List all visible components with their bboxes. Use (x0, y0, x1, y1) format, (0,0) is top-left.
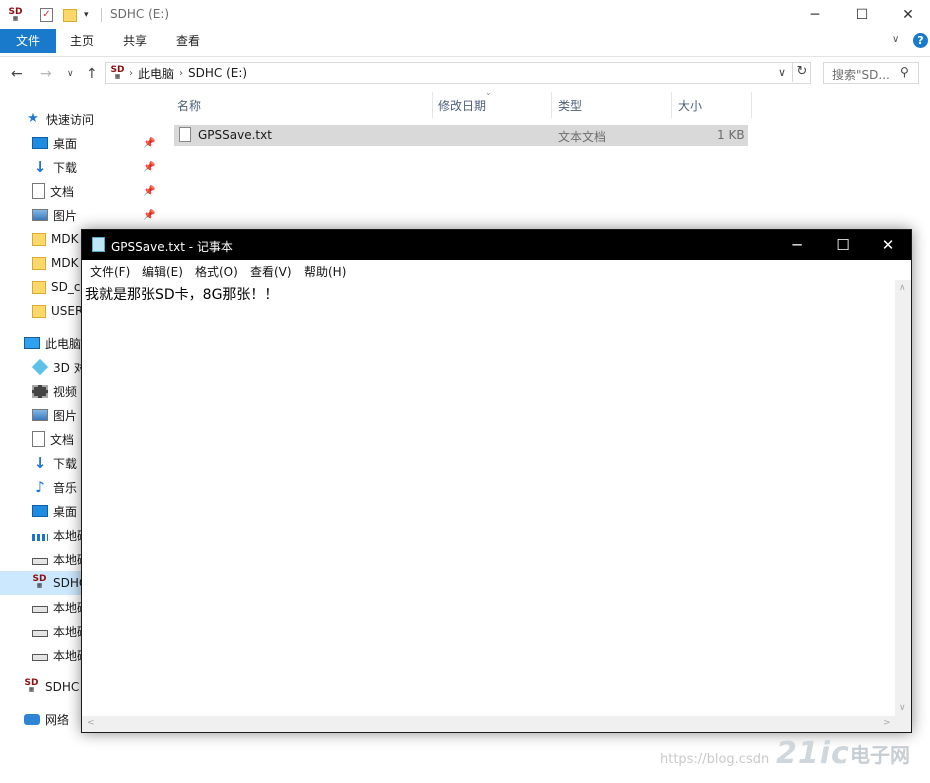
column-date-modified[interactable]: 修改日期 (438, 96, 486, 116)
star-icon: ★ (27, 111, 39, 126)
pin-icon: 📌 (143, 209, 156, 221)
search-icon: ⚲ (900, 65, 909, 79)
nav-quick-pictures[interactable]: 图片 📌 (0, 203, 158, 227)
desktop-icon (32, 505, 48, 517)
notepad-text-area[interactable]: 我就是那张SD卡，8G那张！！ (82, 280, 895, 716)
customize-toolbar-icon[interactable]: ▾ (84, 5, 89, 25)
sort-arrow-icon: ⌄ (485, 88, 492, 97)
notepad-menubar: 文件(F) 编辑(E) 格式(O) 查看(V) 帮助(H) (82, 260, 911, 280)
desktop-icon (32, 137, 48, 149)
address-toolbar: ← → ∨ ↑ SD ▦ › 此电脑 › SDHC (E:) ∨ ↻ 搜索"SD.… (0, 58, 930, 91)
refresh-icon[interactable]: ↻ (792, 62, 811, 82)
notepad-minimize-button[interactable]: ─ (774, 230, 820, 260)
sd-card-icon: SD ▦ (24, 678, 39, 693)
breadcrumb-sdhc[interactable]: SDHC (E:) (183, 66, 252, 80)
maximize-button[interactable]: ☐ (839, 0, 885, 29)
video-icon (32, 384, 48, 398)
watermark-url: https://blog.csdn (660, 752, 770, 767)
notepad-title: GPSSave.txt - 记事本 (111, 240, 233, 254)
menu-format[interactable]: 格式(O) (195, 263, 238, 280)
nav-quick-documents[interactable]: 文档 📌 (0, 179, 158, 203)
watermark-text: 电子网 (850, 743, 910, 767)
address-dropdown-icon[interactable]: ∨ (778, 66, 786, 79)
menu-edit[interactable]: 编辑(E) (142, 263, 183, 280)
file-row[interactable]: GPSSave.txt 文本文档 1 KB (174, 125, 748, 146)
watermark-logo: 21ic (776, 736, 850, 771)
explorer-titlebar: SD ▦ ✓ ▾ SDHC (E:) ─ ☐ ✕ (0, 0, 930, 29)
document-icon (32, 431, 45, 447)
pin-icon: 📌 (143, 185, 156, 197)
download-icon: ↓ (33, 454, 47, 472)
notepad-maximize-button[interactable]: ☐ (820, 230, 866, 260)
address-bar[interactable]: SD ▦ › 此电脑 › SDHC (E:) ∨ ↻ (105, 62, 811, 84)
folder-icon (32, 304, 46, 318)
drive-logo-icon: SD ▦ (8, 6, 23, 22)
network-icon (24, 713, 40, 725)
forward-button[interactable]: → (40, 66, 52, 82)
music-icon: ♪ (35, 478, 45, 496)
file-size: 1 KB (717, 128, 745, 142)
tab-file[interactable]: 文件 (0, 29, 56, 53)
horizontal-scrollbar[interactable]: < > (82, 716, 895, 732)
file-name: GPSSave.txt (198, 128, 272, 142)
notepad-window: GPSSave.txt - 记事本 ─ ☐ ✕ 文件(F) 编辑(E) 格式(O… (81, 229, 912, 733)
close-button[interactable]: ✕ (885, 0, 930, 29)
notepad-close-button[interactable]: ✕ (865, 230, 911, 260)
cube-icon (31, 358, 49, 376)
nav-quick-downloads[interactable]: ↓ 下载 📌 (0, 155, 158, 179)
sd-card-icon: SD ▦ (32, 574, 47, 589)
document-icon (32, 183, 45, 199)
notepad-icon (92, 237, 105, 252)
drive-icon (32, 558, 48, 565)
back-button[interactable]: ← (11, 66, 23, 82)
folder-icon (32, 280, 46, 294)
text-file-icon (179, 127, 191, 142)
breadcrumb-this-pc[interactable]: 此电脑 (133, 65, 179, 82)
picture-icon (32, 409, 48, 421)
column-type[interactable]: 类型 (558, 96, 582, 116)
new-folder-icon[interactable] (63, 5, 77, 25)
help-icon[interactable]: ? (913, 33, 928, 48)
download-icon: ↓ (33, 158, 47, 176)
picture-icon (32, 209, 48, 221)
column-name[interactable]: 名称 (177, 96, 201, 116)
vertical-scrollbar[interactable]: ∧ ∨ (895, 280, 911, 716)
drive-icon (32, 630, 48, 637)
pin-icon: 📌 (143, 137, 156, 149)
tab-view[interactable]: 查看 (166, 29, 210, 53)
window-title: SDHC (E:) (110, 7, 170, 21)
system-drive-icon (32, 533, 48, 541)
drive-icon (32, 654, 48, 661)
recent-locations-button[interactable]: ∨ (67, 69, 74, 79)
menu-view[interactable]: 查看(V) (250, 263, 292, 280)
up-button[interactable]: ↑ (86, 66, 98, 82)
notepad-titlebar: GPSSave.txt - 记事本 ─ ☐ ✕ (82, 230, 911, 260)
nav-quick-desktop[interactable]: 桌面 📌 (0, 131, 158, 155)
ribbon-tabs: 文件 主页 共享 查看 ∨ ? (0, 29, 930, 57)
search-input[interactable]: 搜索"SD... ⚲ (823, 62, 919, 84)
computer-icon (24, 337, 40, 349)
drive-icon: SD ▦ (110, 64, 125, 80)
menu-help[interactable]: 帮助(H) (304, 263, 346, 280)
resize-grip[interactable] (895, 716, 911, 732)
column-size[interactable]: 大小 (678, 96, 702, 116)
folder-icon (32, 232, 46, 246)
tab-share[interactable]: 共享 (113, 29, 157, 53)
drive-icon (32, 606, 48, 613)
file-type: 文本文档 (558, 130, 607, 144)
minimize-button[interactable]: ─ (792, 0, 838, 29)
pin-icon: 📌 (143, 161, 156, 173)
menu-file[interactable]: 文件(F) (90, 263, 130, 280)
properties-icon[interactable]: ✓ (40, 5, 56, 25)
nav-quick-access[interactable]: ★ 快速访问 (0, 107, 158, 131)
folder-icon (32, 256, 46, 270)
expand-ribbon-icon[interactable]: ∨ (892, 34, 899, 45)
tab-home[interactable]: 主页 (60, 29, 104, 53)
